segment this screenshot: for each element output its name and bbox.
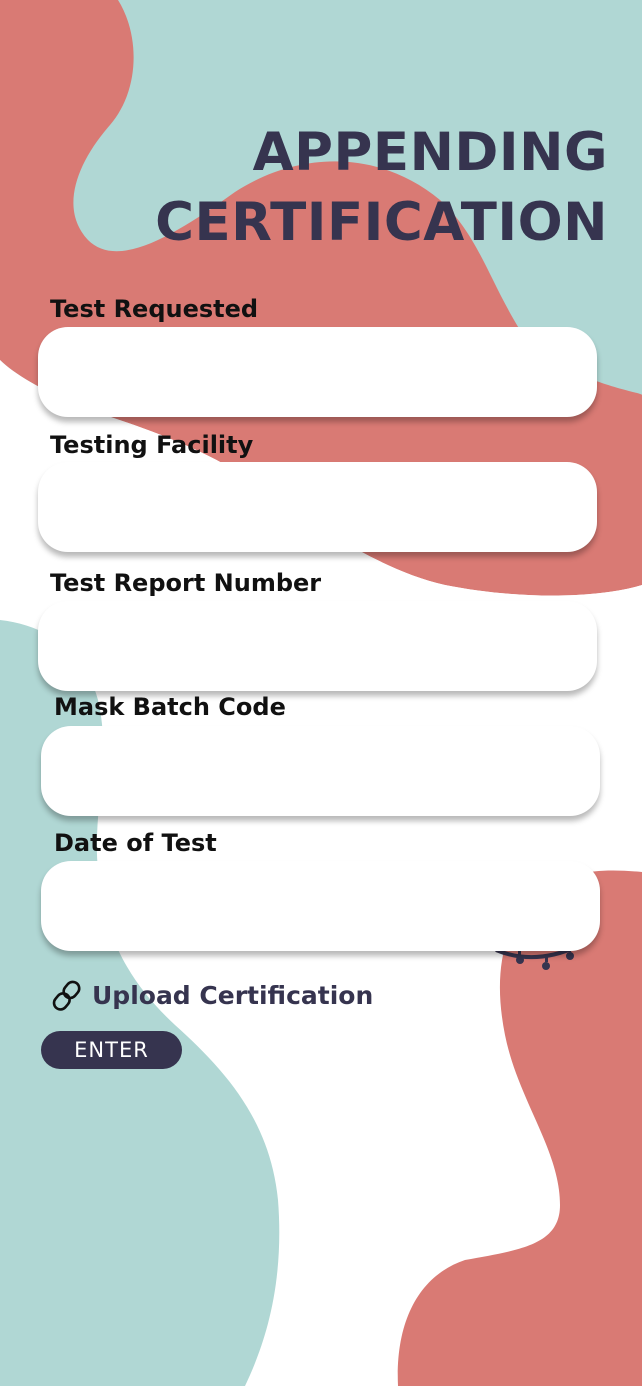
page-title-line-2: CERTIFICATION — [155, 192, 608, 253]
page-title-line-1: APPENDING — [252, 122, 608, 183]
appending-certification-screen: APPENDING CERTIFICATION Test Requested T… — [0, 0, 642, 1386]
link-icon — [50, 978, 84, 1014]
testing-facility-label: Testing Facility — [50, 431, 254, 459]
upload-certification-link[interactable]: Upload Certification — [50, 978, 373, 1014]
mask-batch-code-input[interactable] — [41, 726, 600, 816]
test-requested-input[interactable] — [38, 327, 597, 417]
test-report-number-label: Test Report Number — [50, 569, 322, 597]
upload-certification-label: Upload Certification — [92, 981, 374, 1010]
date-of-test-input[interactable] — [41, 861, 600, 951]
date-of-test-label: Date of Test — [54, 829, 217, 857]
enter-button[interactable]: ENTER — [41, 1031, 182, 1069]
page-title: APPENDING CERTIFICATION — [155, 118, 608, 258]
test-requested-label: Test Requested — [50, 295, 259, 323]
testing-facility-input[interactable] — [38, 462, 597, 552]
test-report-number-input[interactable] — [38, 601, 597, 691]
mask-batch-code-label: Mask Batch Code — [54, 693, 286, 721]
